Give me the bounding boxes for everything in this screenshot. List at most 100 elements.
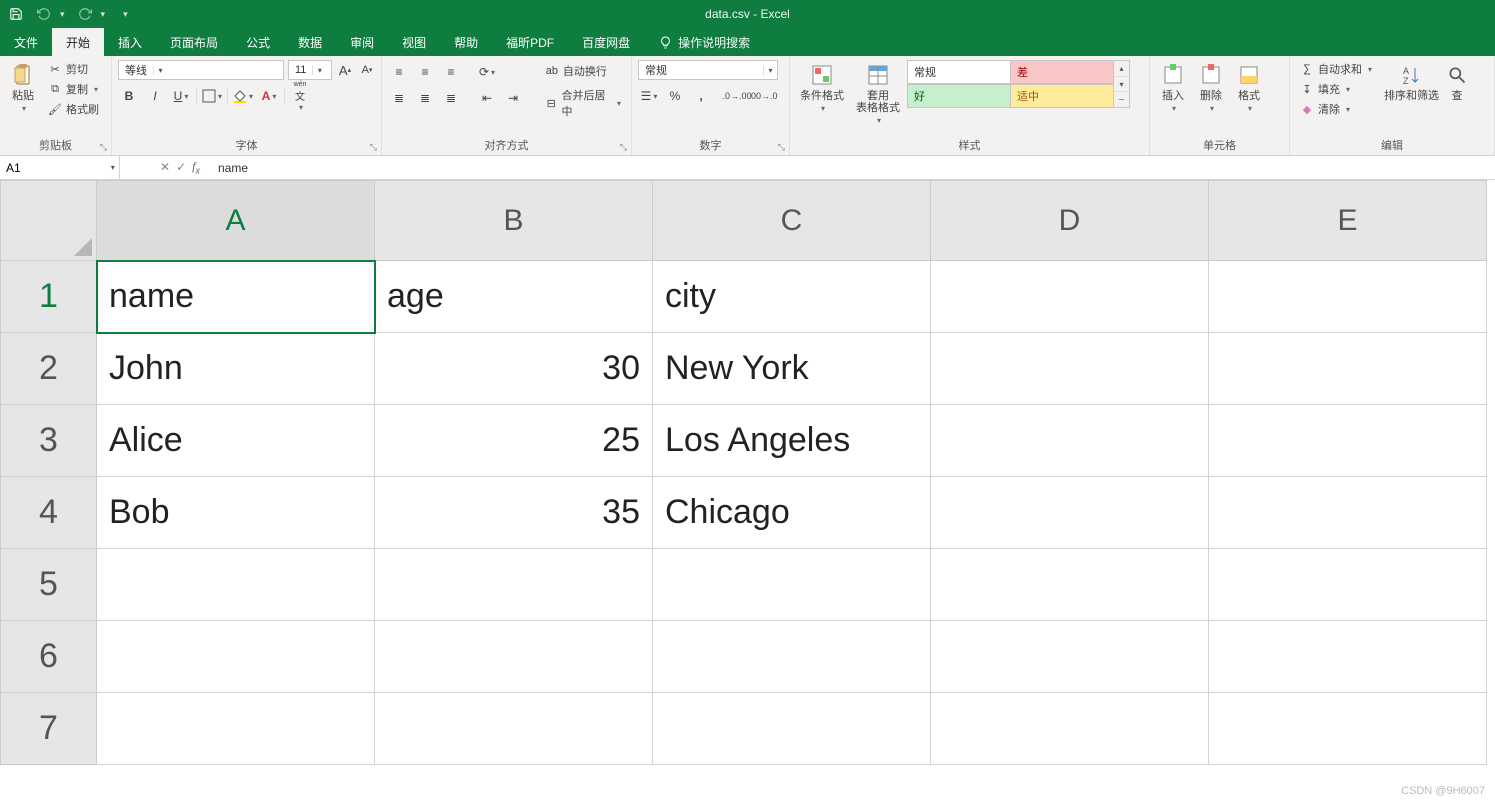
name-box-input[interactable] (0, 161, 107, 175)
row-header[interactable]: 1 (1, 261, 97, 333)
tab-insert[interactable]: 插入 (104, 28, 156, 56)
cell[interactable]: name (97, 261, 375, 333)
cell[interactable] (1209, 261, 1487, 333)
fx-icon[interactable]: fx (192, 159, 200, 175)
align-top-icon[interactable]: ≡ (388, 62, 410, 82)
orientation-icon[interactable]: ⟳▾ (476, 62, 498, 82)
column-header[interactable]: A (97, 181, 375, 261)
format-painter-button[interactable]: 🖌格式刷 (44, 100, 103, 118)
cell[interactable] (931, 621, 1209, 693)
cell[interactable] (1209, 333, 1487, 405)
cell[interactable]: John (97, 333, 375, 405)
tab-home[interactable]: 开始 (52, 28, 104, 56)
save-icon[interactable] (8, 6, 24, 22)
number-format-combo[interactable]: 常规▾ (638, 60, 778, 80)
cell[interactable]: Bob (97, 477, 375, 549)
align-right-icon[interactable]: ≣ (440, 88, 462, 108)
cell[interactable] (931, 549, 1209, 621)
cell[interactable] (653, 549, 931, 621)
tab-help[interactable]: 帮助 (440, 28, 492, 56)
autosum-button[interactable]: ∑自动求和▾ (1296, 60, 1376, 78)
cell[interactable] (375, 621, 653, 693)
format-as-table-button[interactable]: 套用 表格格式▾ (852, 60, 904, 127)
chevron-down-icon[interactable]: ▾ (107, 163, 119, 172)
comma-style-icon[interactable]: , (690, 86, 712, 106)
row-header[interactable]: 3 (1, 405, 97, 477)
borders-button[interactable]: ▾ (201, 86, 223, 106)
accounting-format-icon[interactable]: ☰▾ (638, 86, 660, 106)
select-all-corner[interactable] (1, 181, 97, 261)
cell[interactable] (1209, 549, 1487, 621)
cell[interactable] (653, 693, 931, 765)
delete-cells-button[interactable]: 删除▾ (1194, 60, 1228, 115)
dialog-launcher-icon[interactable]: ⤡ (370, 142, 377, 153)
gallery-more-icon[interactable]: ─ (1114, 92, 1129, 107)
style-bad[interactable]: 差 (1010, 60, 1114, 84)
decrease-indent-icon[interactable]: ⇤ (476, 88, 498, 108)
cell[interactable] (375, 549, 653, 621)
style-neutral[interactable]: 适中 (1010, 84, 1114, 108)
format-cells-button[interactable]: 格式▾ (1232, 60, 1266, 115)
column-header[interactable]: E (1209, 181, 1487, 261)
cancel-formula-icon[interactable]: ✕ (160, 160, 170, 174)
row-header[interactable]: 4 (1, 477, 97, 549)
cell[interactable]: 35 (375, 477, 653, 549)
row-header[interactable]: 2 (1, 333, 97, 405)
align-center-icon[interactable]: ≣ (414, 88, 436, 108)
merge-center-button[interactable]: ⊟合并后居中▾ (541, 86, 625, 120)
font-size-combo[interactable]: 11▾ (288, 60, 332, 80)
cell[interactable] (97, 549, 375, 621)
bold-button[interactable]: B (118, 86, 140, 106)
undo-dropdown-icon[interactable]: ▾ (60, 9, 65, 20)
redo-dropdown-icon[interactable]: ▾ (101, 9, 106, 20)
row-header[interactable]: 6 (1, 621, 97, 693)
cell[interactable]: city (653, 261, 931, 333)
insert-cells-button[interactable]: 插入▾ (1156, 60, 1190, 115)
gallery-up-icon[interactable]: ▴ (1114, 61, 1129, 77)
find-select-button[interactable]: 查 (1447, 60, 1467, 104)
cell[interactable] (1209, 405, 1487, 477)
column-header[interactable]: C (653, 181, 931, 261)
decrease-font-icon[interactable]: A▾ (358, 60, 376, 80)
column-header[interactable]: D (931, 181, 1209, 261)
cut-button[interactable]: ✂剪切 (44, 60, 103, 78)
underline-button[interactable]: U▾ (170, 86, 192, 106)
sort-filter-button[interactable]: AZ排序和筛选 (1380, 60, 1443, 104)
cell[interactable]: 25 (375, 405, 653, 477)
fill-color-button[interactable]: ▾ (232, 86, 254, 106)
tab-baidu-netdisk[interactable]: 百度网盘 (568, 28, 644, 56)
font-name-combo[interactable]: 等线▾ (118, 60, 284, 80)
font-color-button[interactable]: A▾ (258, 86, 280, 106)
phonetic-guide-button[interactable]: wén文▾ (289, 86, 311, 106)
formula-bar[interactable]: name (210, 161, 1495, 175)
cell[interactable]: Alice (97, 405, 375, 477)
undo-icon[interactable] (36, 6, 52, 22)
increase-font-icon[interactable]: A▴ (336, 60, 354, 80)
increase-decimal-icon[interactable]: .0→.00 (726, 86, 748, 106)
conditional-formatting-button[interactable]: 条件格式▾ (796, 60, 848, 115)
cell[interactable] (931, 477, 1209, 549)
cell[interactable] (97, 621, 375, 693)
cell[interactable]: age (375, 261, 653, 333)
wrap-text-button[interactable]: ab自动换行 (541, 62, 625, 80)
cell[interactable] (931, 261, 1209, 333)
enter-formula-icon[interactable]: ✓ (176, 160, 186, 174)
style-good[interactable]: 好 (907, 84, 1011, 108)
redo-icon[interactable] (77, 6, 93, 22)
align-bottom-icon[interactable]: ≡ (440, 62, 462, 82)
tab-data[interactable]: 数据 (284, 28, 336, 56)
tab-view[interactable]: 视图 (388, 28, 440, 56)
tab-formulas[interactable]: 公式 (232, 28, 284, 56)
cell[interactable] (1209, 477, 1487, 549)
align-middle-icon[interactable]: ≡ (414, 62, 436, 82)
copy-button[interactable]: ⧉复制▾ (44, 80, 103, 98)
cell[interactable]: Chicago (653, 477, 931, 549)
decrease-decimal-icon[interactable]: .00→.0 (752, 86, 774, 106)
style-normal[interactable]: 常规 (907, 60, 1011, 84)
align-left-icon[interactable]: ≣ (388, 88, 410, 108)
tab-page-layout[interactable]: 页面布局 (156, 28, 232, 56)
cell[interactable] (1209, 693, 1487, 765)
italic-button[interactable]: I (144, 86, 166, 106)
column-header[interactable]: B (375, 181, 653, 261)
cell[interactable] (653, 621, 931, 693)
